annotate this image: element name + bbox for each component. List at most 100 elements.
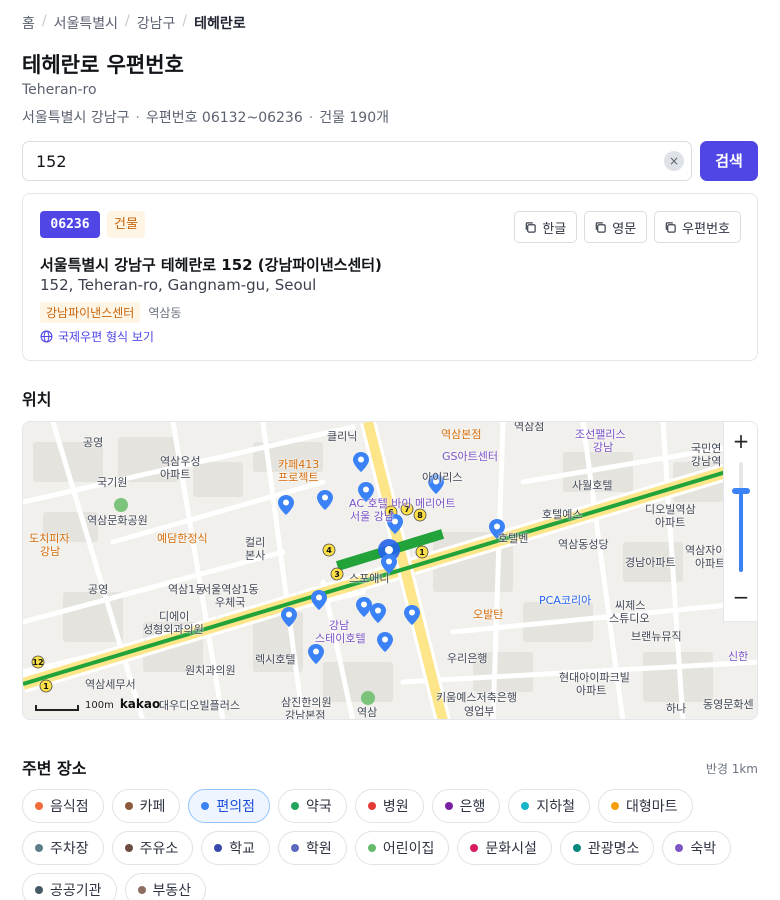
map-label: 강남: [593, 441, 614, 454]
map-label: 아이리스: [422, 471, 463, 484]
category-dot-icon: [367, 802, 376, 810]
map-label: 스테이호텔: [315, 632, 366, 645]
map-pin-icon[interactable]: [381, 554, 397, 574]
category-chip[interactable]: 부동산: [124, 873, 207, 900]
map-label: 스포애니: [349, 572, 390, 585]
category-chips: 음식점 카페 편의점 약국 병원 은행 지하철 대형마트주차장 주유소 학교 학원 어린이집 문화시설 관…: [22, 789, 762, 900]
category-chip-label: 카페: [139, 799, 166, 815]
map-pin-icon[interactable]: [377, 632, 393, 652]
map-provider-logo: kakao: [119, 697, 161, 711]
map-pin-icon[interactable]: [278, 495, 294, 515]
map-label: 아파트: [655, 516, 686, 529]
search-box: ×: [22, 141, 692, 181]
map-label: 예담한정식: [157, 532, 208, 545]
category-chip[interactable]: 병원: [354, 789, 424, 823]
category-chip[interactable]: 주차장: [22, 831, 104, 865]
category-dot-icon: [35, 802, 43, 810]
map-pin-icon[interactable]: [311, 590, 327, 610]
map-label: 씨제스: [615, 599, 646, 612]
copy-english-button[interactable]: 영문: [584, 211, 648, 243]
clear-search-icon[interactable]: ×: [664, 151, 684, 171]
svg-text:1: 1: [419, 548, 425, 557]
map-label: 역삼본점: [441, 428, 482, 441]
category-chip[interactable]: 숙박: [662, 831, 732, 865]
category-dot-icon: [610, 802, 619, 810]
category-dot-icon: [35, 886, 43, 894]
map-label: 본사: [245, 549, 266, 562]
copy-zipcode-button[interactable]: 우편번호: [654, 211, 741, 243]
category-chip[interactable]: 문화시설: [457, 831, 552, 865]
map-label: 서울 강남: [350, 510, 394, 523]
location-section-title: 위치: [22, 390, 52, 409]
map-label: 삼진한의원: [281, 696, 332, 709]
category-chip[interactable]: 지하철: [508, 789, 590, 823]
map-label: 디에이: [159, 610, 190, 623]
search-button[interactable]: 검색: [700, 141, 758, 181]
map-label: 우체국: [215, 596, 246, 609]
category-dot-icon: [201, 802, 210, 810]
svg-text:12: 12: [32, 658, 43, 667]
category-dot-icon: [291, 844, 300, 852]
zoom-control: + −: [723, 422, 757, 622]
map-label: 호텔벤: [498, 532, 529, 545]
zoom-slider-thumb[interactable]: [732, 488, 750, 494]
nearby-radius: 반경 1km: [705, 762, 758, 776]
zoom-in-button[interactable]: +: [724, 424, 757, 458]
svg-text:8: 8: [417, 511, 423, 520]
intl-format-link[interactable]: 국제우편 형식 보기: [40, 328, 154, 345]
category-chip-label: 지하철: [536, 799, 575, 815]
map-pin-icon[interactable]: [370, 603, 386, 623]
category-chip-label: 학교: [229, 841, 256, 857]
category-chip[interactable]: 관광명소: [559, 831, 655, 865]
building-name-tag: 강남파이낸스센터: [40, 302, 141, 323]
map-pin-icon[interactable]: [353, 452, 369, 472]
category-chip-label: 주유소: [139, 841, 179, 857]
category-dot-icon: [35, 844, 43, 852]
meta-zip-range: 우편번호 06132~06236: [145, 110, 303, 126]
category-chip[interactable]: 약국: [278, 789, 347, 823]
breadcrumb-city[interactable]: 서울특별시: [54, 13, 118, 33]
zoom-out-button[interactable]: −: [724, 580, 757, 614]
category-chip[interactable]: 대형마트: [597, 789, 693, 823]
breadcrumb-separator: /: [41, 13, 47, 29]
breadcrumb: 홈 / 서울특별시 / 강남구 / 테헤란로: [22, 13, 246, 33]
map-label: AC 호텔 바이 메리어트: [349, 497, 456, 510]
map-label: 동영문화센: [703, 698, 754, 711]
search-input[interactable]: [23, 142, 653, 180]
category-chip-label: 편의점: [216, 799, 256, 815]
category-chip-label: 어린이집: [382, 841, 435, 857]
category-chip[interactable]: 학원: [278, 831, 347, 865]
category-chip[interactable]: 학교: [201, 831, 271, 865]
map-pin-icon[interactable]: [281, 607, 297, 627]
category-chip[interactable]: 편의점: [188, 789, 271, 823]
category-chip[interactable]: 카페: [111, 789, 181, 823]
breadcrumb-home[interactable]: 홈: [22, 13, 35, 33]
map-label: 아파트: [695, 557, 726, 570]
category-chip-label: 숙박: [690, 841, 717, 857]
category-chip[interactable]: 주유소: [111, 831, 194, 865]
map-label: 카페413: [278, 458, 320, 471]
map-label: 역삼: [357, 706, 378, 719]
map-label: 프로젝트: [278, 471, 319, 484]
category-chip[interactable]: 은행: [431, 789, 501, 823]
location-map[interactable]: 6 7 8 4 3 1 1 12 공영 국기원 역삼우성 아파트 역삼문화공원 …: [22, 421, 758, 720]
category-chip[interactable]: 공공기관: [22, 873, 117, 900]
meta-region: 서울특별시 강남구: [22, 110, 130, 126]
map-pin-icon[interactable]: [404, 605, 420, 625]
copy-buttons: 한글 영문 우편번호: [514, 211, 741, 243]
globe-icon: [40, 330, 53, 343]
category-chip[interactable]: 어린이집: [354, 831, 450, 865]
category-chip[interactable]: 음식점: [22, 789, 104, 823]
type-badge: 건물: [107, 211, 145, 238]
map-pin-icon[interactable]: [308, 644, 324, 664]
map-label: 영업부: [464, 705, 495, 718]
map-label: 우리은행: [447, 652, 488, 665]
copy-icon: [595, 221, 606, 233]
category-chip-label: 약국: [306, 799, 332, 815]
category-dot-icon: [367, 844, 376, 852]
category-chip-label: 음식점: [50, 799, 89, 815]
breadcrumb-district[interactable]: 강남구: [137, 13, 176, 33]
map-label: 원치과의원: [185, 664, 236, 677]
map-pin-icon[interactable]: [317, 490, 333, 510]
copy-korean-button[interactable]: 한글: [514, 211, 578, 243]
